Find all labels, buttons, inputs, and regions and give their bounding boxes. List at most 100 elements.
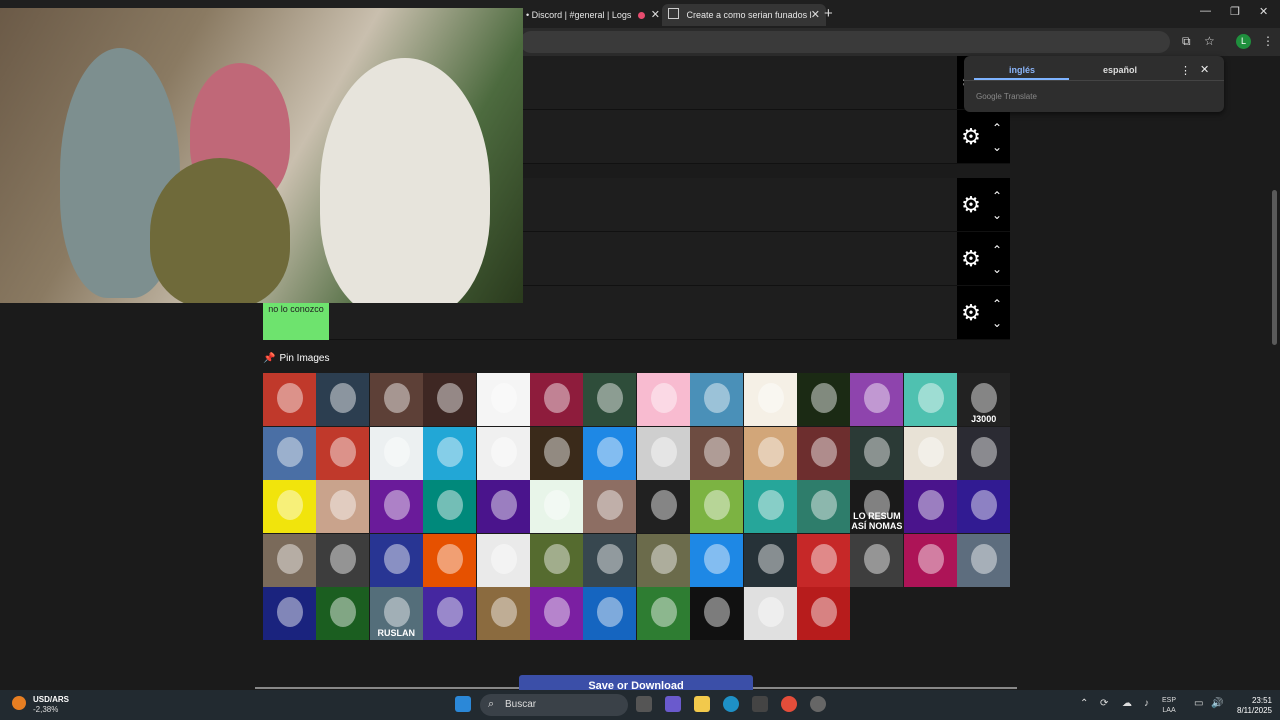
- translate-close-icon[interactable]: ✕: [1200, 63, 1209, 76]
- chevron-down-icon[interactable]: ⌄: [990, 209, 1004, 221]
- chevron-up-icon[interactable]: ⌃: [990, 190, 1004, 202]
- obs-icon[interactable]: [810, 696, 826, 712]
- pin-image-tile[interactable]: [263, 533, 316, 587]
- pin-image-tile[interactable]: [636, 480, 690, 534]
- widgets-icon[interactable]: [665, 696, 681, 712]
- pin-image-tile[interactable]: [583, 533, 637, 587]
- chevron-down-icon[interactable]: ⌄: [990, 263, 1004, 275]
- chevron-down-icon[interactable]: ⌄: [990, 317, 1004, 329]
- pin-image-tile[interactable]: [903, 373, 957, 426]
- file-explorer-icon[interactable]: [694, 696, 710, 712]
- pin-image-tile[interactable]: [369, 480, 423, 534]
- pin-image-tile[interactable]: [316, 426, 370, 480]
- pin-image-tile[interactable]: [476, 480, 530, 534]
- translate-source-tab[interactable]: inglés: [1009, 65, 1035, 75]
- pin-image-tile[interactable]: [316, 533, 370, 587]
- pin-image-tile[interactable]: RUSLAN: [369, 587, 423, 641]
- pin-image-tile[interactable]: [743, 533, 797, 587]
- pin-image-tile[interactable]: [850, 533, 904, 587]
- address-bar[interactable]: [520, 31, 1170, 53]
- pin-image-tile[interactable]: [636, 587, 690, 641]
- pin-image-tile[interactable]: [636, 533, 690, 587]
- network-icon[interactable]: ▭: [1194, 698, 1203, 709]
- pin-image-tile[interactable]: [743, 480, 797, 534]
- task-view-icon[interactable]: [636, 696, 652, 712]
- pin-image-tile[interactable]: [316, 480, 370, 534]
- pin-image-tile[interactable]: [957, 480, 1011, 534]
- pin-image-tile[interactable]: [743, 373, 797, 426]
- pin-image-tile[interactable]: [690, 480, 744, 534]
- pin-image-tile[interactable]: [423, 587, 477, 641]
- gear-icon[interactable]: ⚙: [960, 248, 982, 270]
- close-tab-icon[interactable]: ✕: [651, 4, 660, 26]
- pin-image-tile[interactable]: [530, 480, 583, 534]
- gear-icon[interactable]: ⚙: [960, 302, 982, 324]
- pin-image-tile[interactable]: [957, 533, 1011, 587]
- pin-image-tile[interactable]: [263, 373, 316, 426]
- new-tab-button[interactable]: +: [824, 4, 833, 24]
- pin-image-tile[interactable]: [797, 426, 850, 480]
- chevron-up-icon[interactable]: ⌃: [990, 122, 1004, 134]
- pin-image-tile[interactable]: [583, 480, 637, 534]
- pin-image-tile[interactable]: [690, 587, 744, 641]
- pin-image-tile[interactable]: [743, 426, 797, 480]
- pin-image-tile[interactable]: [636, 373, 690, 426]
- close-tab-icon[interactable]: ✕: [811, 4, 820, 26]
- pin-image-tile[interactable]: [797, 533, 850, 587]
- tab-discord[interactable]: • Discord | #general | Logs ✕: [520, 4, 666, 26]
- pin-image-tile[interactable]: [369, 373, 423, 426]
- taskbar-search[interactable]: ⌕ Buscar: [480, 694, 628, 716]
- pin-image-tile[interactable]: [263, 426, 316, 480]
- gear-icon[interactable]: ⚙: [960, 126, 982, 148]
- volume-icon[interactable]: 🔊: [1211, 698, 1223, 709]
- chrome-icon[interactable]: [781, 696, 797, 712]
- save-download-button[interactable]: Save or Download: [519, 675, 753, 691]
- store-icon[interactable]: [752, 696, 768, 712]
- chevron-up-icon[interactable]: ⌃: [990, 298, 1004, 310]
- pin-image-tile[interactable]: [476, 587, 530, 641]
- translate-target-tab[interactable]: español: [1103, 65, 1137, 75]
- bookmark-star-icon[interactable]: ☆: [1204, 34, 1215, 48]
- pin-image-tile[interactable]: [316, 587, 370, 641]
- tier-item-tile[interactable]: no lo conozco: [263, 302, 329, 340]
- pin-image-tile[interactable]: [903, 480, 957, 534]
- minimize-button[interactable]: —: [1200, 5, 1211, 17]
- pin-image-tile[interactable]: [530, 426, 583, 480]
- pin-image-tile[interactable]: [263, 587, 316, 641]
- pin-image-tile[interactable]: [476, 426, 530, 480]
- pin-image-tile[interactable]: [957, 426, 1011, 480]
- pin-image-tile[interactable]: [423, 426, 477, 480]
- pin-image-tile[interactable]: [369, 426, 423, 480]
- pin-image-tile[interactable]: [850, 373, 904, 426]
- pin-image-tile[interactable]: [690, 373, 744, 426]
- pin-image-tile[interactable]: LO RESUM ASÍ NOMAS: [850, 480, 904, 534]
- pin-image-tile[interactable]: [636, 426, 690, 480]
- microphone-icon[interactable]: ♪: [1144, 698, 1149, 709]
- pin-image-tile[interactable]: [263, 480, 316, 534]
- pin-image-tile[interactable]: [797, 587, 850, 641]
- tray-overflow-icon[interactable]: ⌃: [1080, 698, 1088, 709]
- pin-image-tile[interactable]: [583, 587, 637, 641]
- pin-image-tile[interactable]: [530, 587, 583, 641]
- pin-image-tile[interactable]: [316, 373, 370, 426]
- pin-image-tile[interactable]: [903, 426, 957, 480]
- gear-icon[interactable]: ⚙: [960, 194, 982, 216]
- pin-image-tile[interactable]: J3000: [957, 373, 1011, 426]
- pin-image-tile[interactable]: [743, 587, 797, 641]
- pin-image-tile[interactable]: [476, 373, 530, 426]
- pin-image-tile[interactable]: [423, 480, 477, 534]
- pin-image-tile[interactable]: [530, 533, 583, 587]
- translate-menu-icon[interactable]: ⋮: [1180, 64, 1191, 77]
- maximize-button[interactable]: ❐: [1230, 5, 1240, 18]
- translate-icon[interactable]: ⧉: [1182, 34, 1191, 49]
- input-language[interactable]: ESP LAA: [1162, 696, 1176, 716]
- onedrive-icon[interactable]: ☁: [1122, 698, 1132, 709]
- chevron-down-icon[interactable]: ⌄: [990, 141, 1004, 153]
- page-scrollbar[interactable]: [1272, 190, 1277, 345]
- clock[interactable]: 23:51 8/11/2025: [1228, 696, 1272, 716]
- pin-image-tile[interactable]: [530, 373, 583, 426]
- browser-menu-icon[interactable]: ⋮: [1262, 34, 1274, 48]
- pin-image-tile[interactable]: [797, 373, 850, 426]
- pin-image-tile[interactable]: [423, 533, 477, 587]
- pin-image-tile[interactable]: [850, 426, 904, 480]
